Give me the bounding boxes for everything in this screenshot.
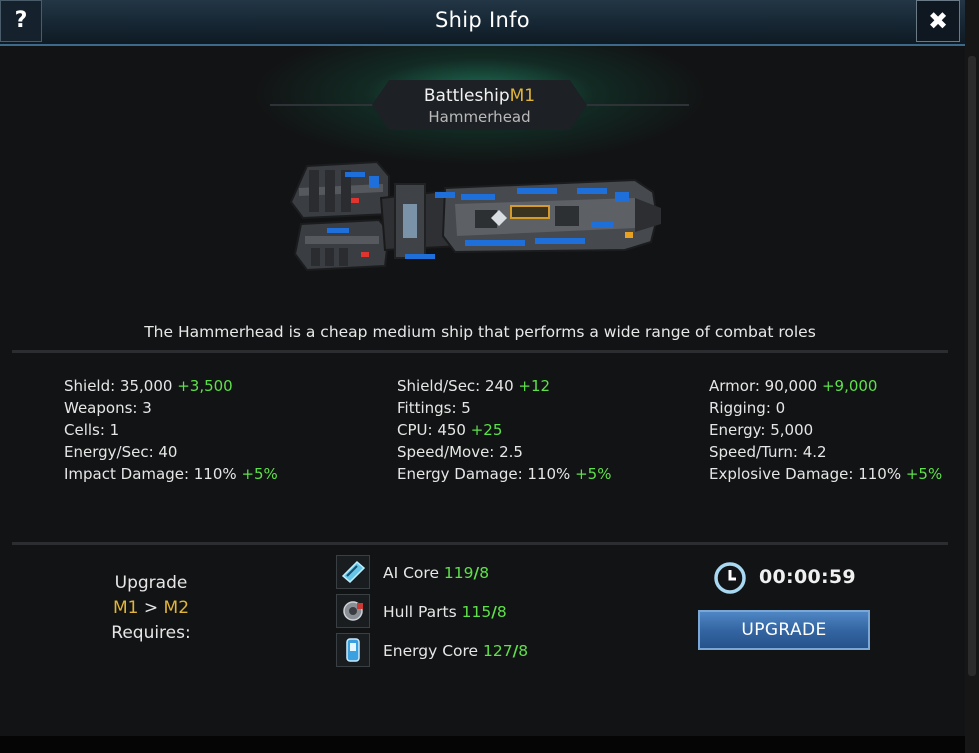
ship-class-title: BattleshipM1 <box>372 86 587 106</box>
stat-speed-move: Speed/Move: 2.5 <box>397 443 523 461</box>
bottom-strip <box>0 736 965 753</box>
stat-energy-per-sec: Energy/Sec: 40 <box>64 443 178 461</box>
stat-speed-turn: Speed/Turn: 4.2 <box>709 443 827 461</box>
ship-amber-light <box>625 232 633 238</box>
stat-cells: Cells: 1 <box>64 421 120 439</box>
divider-bottom <box>12 542 948 545</box>
upgrade-summary: Upgrade M1 > M2 Requires: <box>90 571 212 646</box>
stats-column-3: Armor: 90,000 +9,000 Rigging: 0 Energy: … <box>709 375 942 485</box>
hull-parts-icon <box>336 594 370 628</box>
ship-tier: M1 <box>509 86 536 106</box>
stat-impact-damage: Impact Damage: 110% +5% <box>64 465 278 483</box>
clock-icon <box>714 562 746 594</box>
stat-shield: Shield: 35,000 +3,500 <box>64 377 233 395</box>
upgrade-tiers: M1 > M2 <box>112 598 190 618</box>
ai-core-icon <box>336 555 370 589</box>
stat-cpu: CPU: 450 +25 <box>397 421 503 439</box>
requirement-hull-parts: Hull Parts 115/8 <box>383 603 507 621</box>
stats-column-1: Shield: 35,000 +3,500 Weapons: 3 Cells: … <box>64 375 278 485</box>
nameplate-line-left <box>270 104 374 106</box>
stat-explosive-damage: Explosive Damage: 110% +5% <box>709 465 943 483</box>
upgrade-timer: 00:00:59 <box>759 566 856 588</box>
energy-core-icon <box>336 633 370 667</box>
upgrade-requires-label: Requires: <box>111 623 191 643</box>
close-button[interactable]: ✖ <box>916 0 960 42</box>
stat-fittings: Fittings: 5 <box>397 399 471 417</box>
title-bar: Ship Info <box>0 0 965 46</box>
ship-class: Battleship <box>423 86 510 106</box>
stat-armor: Armor: 90,000 +9,000 <box>709 377 878 395</box>
upgrade-button[interactable]: UPGRADE <box>698 610 870 650</box>
stat-energy: Energy: 5,000 <box>709 421 814 439</box>
divider-top <box>12 350 948 353</box>
stat-rigging: Rigging: 0 <box>709 399 786 417</box>
ship-image <box>289 160 661 272</box>
scrollbar-thumb[interactable] <box>968 56 976 676</box>
stats-column-2: Shield/Sec: 240 +12 Fittings: 5 CPU: 450… <box>397 375 611 485</box>
ship-hull <box>289 160 661 272</box>
help-button[interactable]: ? <box>0 0 42 42</box>
requirement-ai-core: AI Core 119/8 <box>383 564 490 582</box>
page-title: Ship Info <box>435 8 530 32</box>
nameplate-line-right <box>585 104 689 106</box>
requirement-energy-core: Energy Core 127/8 <box>383 642 529 660</box>
ship-description: The Hammerhead is a cheap medium ship th… <box>144 323 816 341</box>
stat-weapons: Weapons: 3 <box>64 399 152 417</box>
stat-shield-per-sec: Shield/Sec: 240 +12 <box>397 377 551 395</box>
stat-energy-damage: Energy Damage: 110% +5% <box>397 465 612 483</box>
upgrade-title: Upgrade <box>114 573 188 593</box>
ship-model: Hammerhead <box>428 108 531 126</box>
